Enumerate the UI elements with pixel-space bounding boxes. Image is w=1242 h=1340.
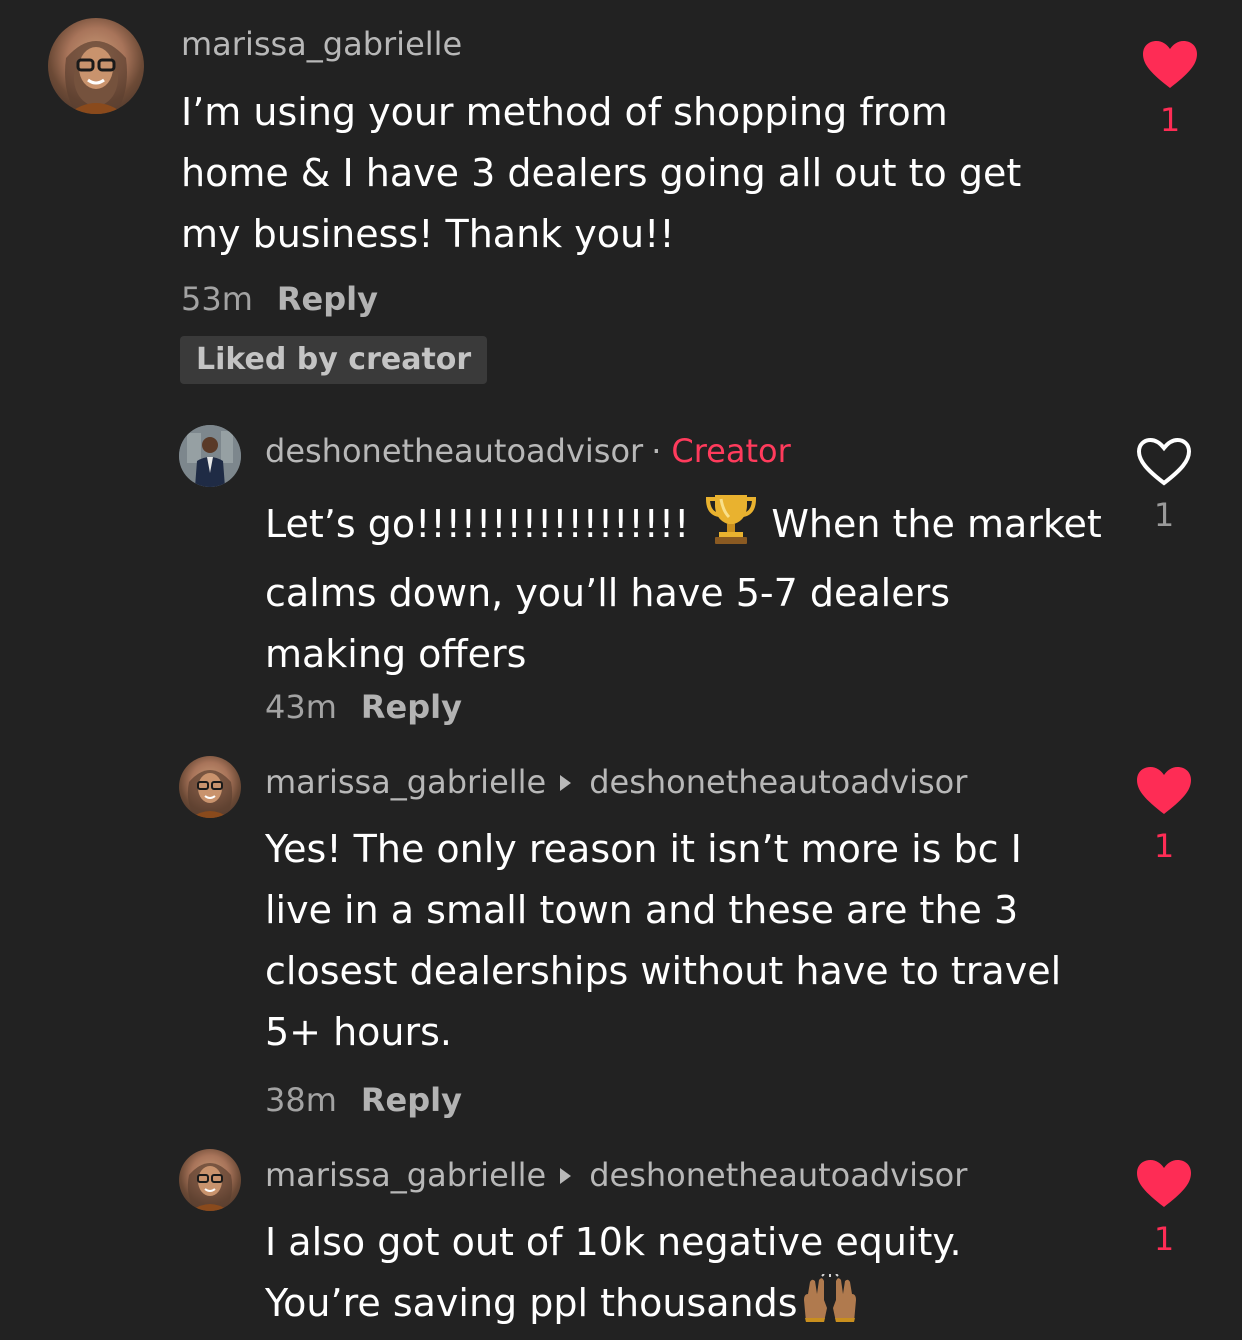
avatar[interactable] (179, 756, 241, 818)
comment-meta: 43m Reply (265, 687, 462, 727)
comment-header: marissa_gabrielle deshonetheautoadvisor (265, 1155, 967, 1195)
comments-panel: marissa_gabrielle I’m using your method … (0, 0, 1242, 1340)
comment-text-line: I’m using your method of shopping from (181, 90, 948, 134)
comment-text-line: live in a small town and these are the 3 (265, 888, 1019, 932)
avatar[interactable] (179, 1149, 241, 1211)
comment-meta: 53m Reply (181, 279, 378, 319)
like-button[interactable] (1136, 1159, 1192, 1209)
comment-username[interactable]: marissa_gabrielle (265, 1156, 546, 1194)
comment-text-line: making offers (265, 632, 527, 676)
comment-text-line: Let’s go!!!!!!!!!!!!!!!!!! When the marke… (265, 491, 1102, 563)
profile-photo-icon (187, 1163, 233, 1211)
avatar[interactable] (48, 18, 144, 114)
comment-text-line: Yes! The only reason it isn’t more is bc… (265, 827, 1022, 871)
comment-text-line: calms down, you’ll have 5-7 dealers (265, 571, 951, 615)
like-count: 1 (1153, 496, 1175, 534)
comment-username[interactable]: deshonetheautoadvisor (265, 432, 643, 470)
comment-timestamp: 38m (265, 1081, 337, 1119)
trophy-icon (705, 491, 757, 563)
heart-outline-icon (1136, 437, 1192, 486)
comment-text-fragment: Let’s go!!!!!!!!!!!!!!!!!! (265, 502, 690, 546)
comment-text-line: I also got out of 10k negative equity. (265, 1220, 962, 1264)
like-button[interactable] (1136, 766, 1192, 816)
reply-button[interactable]: Reply (361, 688, 462, 726)
reply-button[interactable]: Reply (361, 1081, 462, 1119)
avatar[interactable] (179, 425, 241, 487)
reply-arrow-icon (560, 775, 572, 791)
comment-username[interactable]: marissa_gabrielle (265, 763, 546, 801)
like-count: 1 (1159, 101, 1181, 139)
comment-header: deshonetheautoadvisor · Creator (265, 431, 791, 471)
comment-username[interactable]: marissa_gabrielle (181, 24, 462, 64)
raising-hands-icon (800, 1273, 860, 1340)
comment-text-line: You’re saving ppl thousands (265, 1273, 962, 1340)
reply-button[interactable]: Reply (277, 280, 378, 318)
comment-timestamp: 43m (265, 688, 337, 726)
comment-timestamp: 53m (181, 280, 253, 318)
creator-label: Creator (671, 432, 791, 470)
profile-photo-icon (187, 770, 233, 818)
comment-text-fragment: When the market (771, 502, 1102, 546)
comment-text: I also got out of 10k negative equity. Y… (265, 1212, 962, 1340)
heart-filled-icon (1137, 767, 1191, 814)
comment-text: Yes! The only reason it isn’t more is bc… (265, 819, 1061, 1063)
like-count: 1 (1153, 827, 1175, 865)
liked-by-creator-badge: Liked by creator (180, 336, 488, 384)
comment-text: Let’s go!!!!!!!!!!!!!!!!!! When the marke… (265, 491, 1102, 685)
comment-text-line: my business! Thank you!! (181, 212, 675, 256)
reply-to-username[interactable]: deshonetheautoadvisor (589, 763, 967, 801)
comment-text-fragment: You’re saving ppl thousands (265, 1281, 798, 1325)
comment-text-line: home & I have 3 dealers going all out to… (181, 151, 1022, 195)
comment-text: I’m using your method of shopping from h… (181, 82, 1021, 265)
like-count: 1 (1153, 1220, 1175, 1258)
heart-filled-icon (1137, 1160, 1191, 1207)
separator-dot: · (651, 432, 662, 470)
like-button[interactable] (1142, 40, 1198, 90)
heart-filled-icon (1143, 41, 1197, 88)
profile-photo-icon (179, 425, 241, 487)
comment-header: marissa_gabrielle deshonetheautoadvisor (265, 762, 967, 802)
like-button[interactable] (1136, 437, 1192, 487)
comment-text-line: 5+ hours. (265, 1010, 453, 1054)
comment-meta: 38m Reply (265, 1080, 462, 1120)
reply-arrow-icon (560, 1168, 572, 1184)
reply-to-username[interactable]: deshonetheautoadvisor (589, 1156, 967, 1194)
comment-text-line: closest dealerships without have to trav… (265, 949, 1062, 993)
profile-photo-icon (65, 41, 127, 114)
